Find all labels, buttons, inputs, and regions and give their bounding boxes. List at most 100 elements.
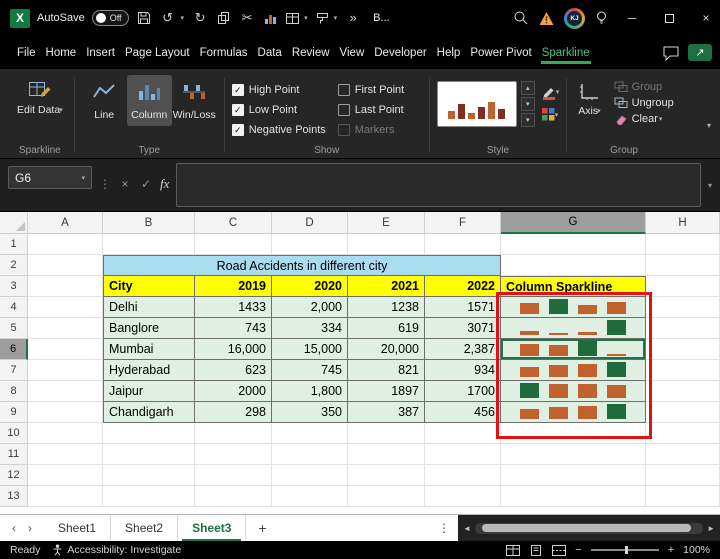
axis-button[interactable]: Axis ▾ — [574, 78, 604, 125]
scrollbar-thumb[interactable] — [481, 524, 692, 532]
row-header-1[interactable]: 1 — [0, 234, 28, 255]
city-cell-jaipur[interactable]: Jaipur — [103, 381, 195, 402]
warning-icon[interactable] — [538, 11, 555, 26]
menu-tab-view[interactable]: View — [335, 39, 370, 67]
undo-dropdown-icon[interactable]: ▾ — [181, 14, 185, 22]
empty-cell[interactable] — [425, 234, 501, 255]
column-header-f[interactable]: F — [425, 212, 501, 234]
empty-cell[interactable] — [272, 465, 348, 486]
empty-cell[interactable] — [195, 486, 272, 507]
empty-cell[interactable] — [28, 486, 103, 507]
empty-cell[interactable] — [28, 444, 103, 465]
column-header-c[interactable]: C — [195, 212, 272, 234]
row-header-12[interactable]: 12 — [0, 465, 28, 486]
sheet-tab-sheet1[interactable]: Sheet1 — [44, 515, 112, 541]
empty-cell[interactable] — [646, 486, 720, 507]
empty-cell[interactable] — [195, 234, 272, 255]
empty-cell[interactable] — [272, 486, 348, 507]
account-avatar[interactable]: KJ — [564, 7, 585, 29]
gallery-up-icon[interactable]: ▴ — [520, 81, 535, 95]
empty-cell[interactable] — [425, 444, 501, 465]
value-cell[interactable]: 1433 — [195, 297, 272, 318]
city-cell-delhi[interactable]: Delhi — [103, 297, 195, 318]
value-cell[interactable]: 821 — [348, 360, 425, 381]
checkbox-high-point[interactable]: ✓ High Point — [231, 84, 338, 96]
city-cell-hyderabad[interactable]: Hyderabad — [103, 360, 195, 381]
empty-cell[interactable] — [646, 360, 720, 381]
gallery-down-icon[interactable]: ▾ — [520, 97, 535, 111]
row-header-13[interactable]: 13 — [0, 486, 28, 507]
value-cell[interactable]: 619 — [348, 318, 425, 339]
zoom-out-button[interactable]: − — [575, 544, 581, 556]
scroll-right-icon[interactable]: ► — [707, 524, 715, 533]
ungroup-button[interactable]: Ungroup — [614, 97, 674, 109]
undo-icon[interactable]: ↺ — [159, 0, 177, 36]
row-header-11[interactable]: 11 — [0, 444, 28, 465]
comments-icon[interactable] — [662, 45, 680, 61]
empty-cell[interactable] — [195, 423, 272, 444]
table-header-2020[interactable]: 2020 — [272, 276, 348, 297]
menu-tab-file[interactable]: File — [12, 39, 41, 67]
formula-bar-handle-icon[interactable]: ⋮ — [99, 177, 111, 191]
empty-cell[interactable] — [348, 486, 425, 507]
column-header-a[interactable]: A — [28, 212, 103, 234]
empty-cell[interactable] — [28, 360, 103, 381]
tab-options-icon[interactable]: ⋮ — [430, 515, 458, 541]
edit-data-button[interactable]: Edit Data ▾ — [13, 75, 67, 120]
sparkline-cell-mumbai[interactable] — [501, 339, 646, 360]
empty-cell[interactable] — [501, 234, 646, 255]
sparkline-cell-jaipur[interactable] — [501, 381, 646, 402]
empty-cell[interactable] — [501, 465, 646, 486]
value-cell[interactable]: 387 — [348, 402, 425, 423]
row-header-10[interactable]: 10 — [0, 423, 28, 444]
value-cell[interactable]: 1238 — [348, 297, 425, 318]
value-cell[interactable]: 3071 — [425, 318, 501, 339]
column-header-h[interactable]: H — [646, 212, 720, 234]
column-header-b[interactable]: B — [103, 212, 195, 234]
group-button[interactable]: Group — [614, 81, 674, 93]
empty-cell[interactable] — [103, 465, 195, 486]
sheet-tab-sheet2[interactable]: Sheet2 — [111, 515, 179, 541]
value-cell[interactable]: 20,000 — [348, 339, 425, 360]
empty-cell[interactable] — [28, 276, 103, 297]
row-header-4[interactable]: 4 — [0, 297, 28, 318]
sparkline-cell-delhi[interactable] — [501, 297, 646, 318]
more-commands-icon[interactable]: » — [344, 0, 362, 36]
empty-cell[interactable] — [646, 444, 720, 465]
accessibility-status[interactable]: Accessibility: Investigate — [52, 544, 181, 556]
page-layout-view-icon[interactable] — [529, 544, 543, 556]
checkbox-low-point[interactable]: ✓ Low Point — [231, 104, 338, 116]
row-header-3[interactable]: 3 — [0, 276, 28, 297]
sheet-nav-left-icon[interactable]: ‹ — [12, 521, 16, 535]
empty-cell[interactable] — [646, 423, 720, 444]
checkbox-negative-points[interactable]: ✓ Negative Points — [231, 124, 338, 136]
menu-tab-power-pivot[interactable]: Power Pivot — [465, 39, 536, 67]
search-icon[interactable] — [513, 10, 529, 26]
row-header-2[interactable]: 2 — [0, 255, 28, 276]
empty-cell[interactable] — [425, 423, 501, 444]
checkbox-first-point[interactable]: First Point — [337, 84, 422, 96]
sheet-nav-right-icon[interactable]: › — [28, 521, 32, 535]
empty-cell[interactable] — [28, 465, 103, 486]
empty-cell[interactable] — [103, 423, 195, 444]
value-cell[interactable]: 334 — [272, 318, 348, 339]
empty-cell[interactable] — [28, 339, 103, 360]
empty-cell[interactable] — [425, 465, 501, 486]
empty-cell[interactable] — [272, 423, 348, 444]
empty-cell[interactable] — [103, 234, 195, 255]
empty-cell[interactable] — [646, 297, 720, 318]
value-cell[interactable]: 934 — [425, 360, 501, 381]
row-header-5[interactable]: 5 — [0, 318, 28, 339]
share-button[interactable]: ↗ — [688, 44, 712, 61]
value-cell[interactable]: 1897 — [348, 381, 425, 402]
zoom-slider-thumb[interactable] — [624, 546, 628, 554]
checkbox-markers[interactable]: Markers — [337, 124, 422, 136]
city-cell-chandigarh[interactable]: Chandigarh — [103, 402, 195, 423]
row-header-8[interactable]: 8 — [0, 381, 28, 402]
type-button-column[interactable]: Column — [126, 75, 172, 126]
table-header-column-sparkline[interactable]: Column Sparkline — [501, 276, 646, 297]
empty-cell[interactable] — [646, 465, 720, 486]
empty-cell[interactable] — [501, 423, 646, 444]
menu-tab-review[interactable]: Review — [287, 39, 335, 67]
table-header-city[interactable]: City — [103, 276, 195, 297]
